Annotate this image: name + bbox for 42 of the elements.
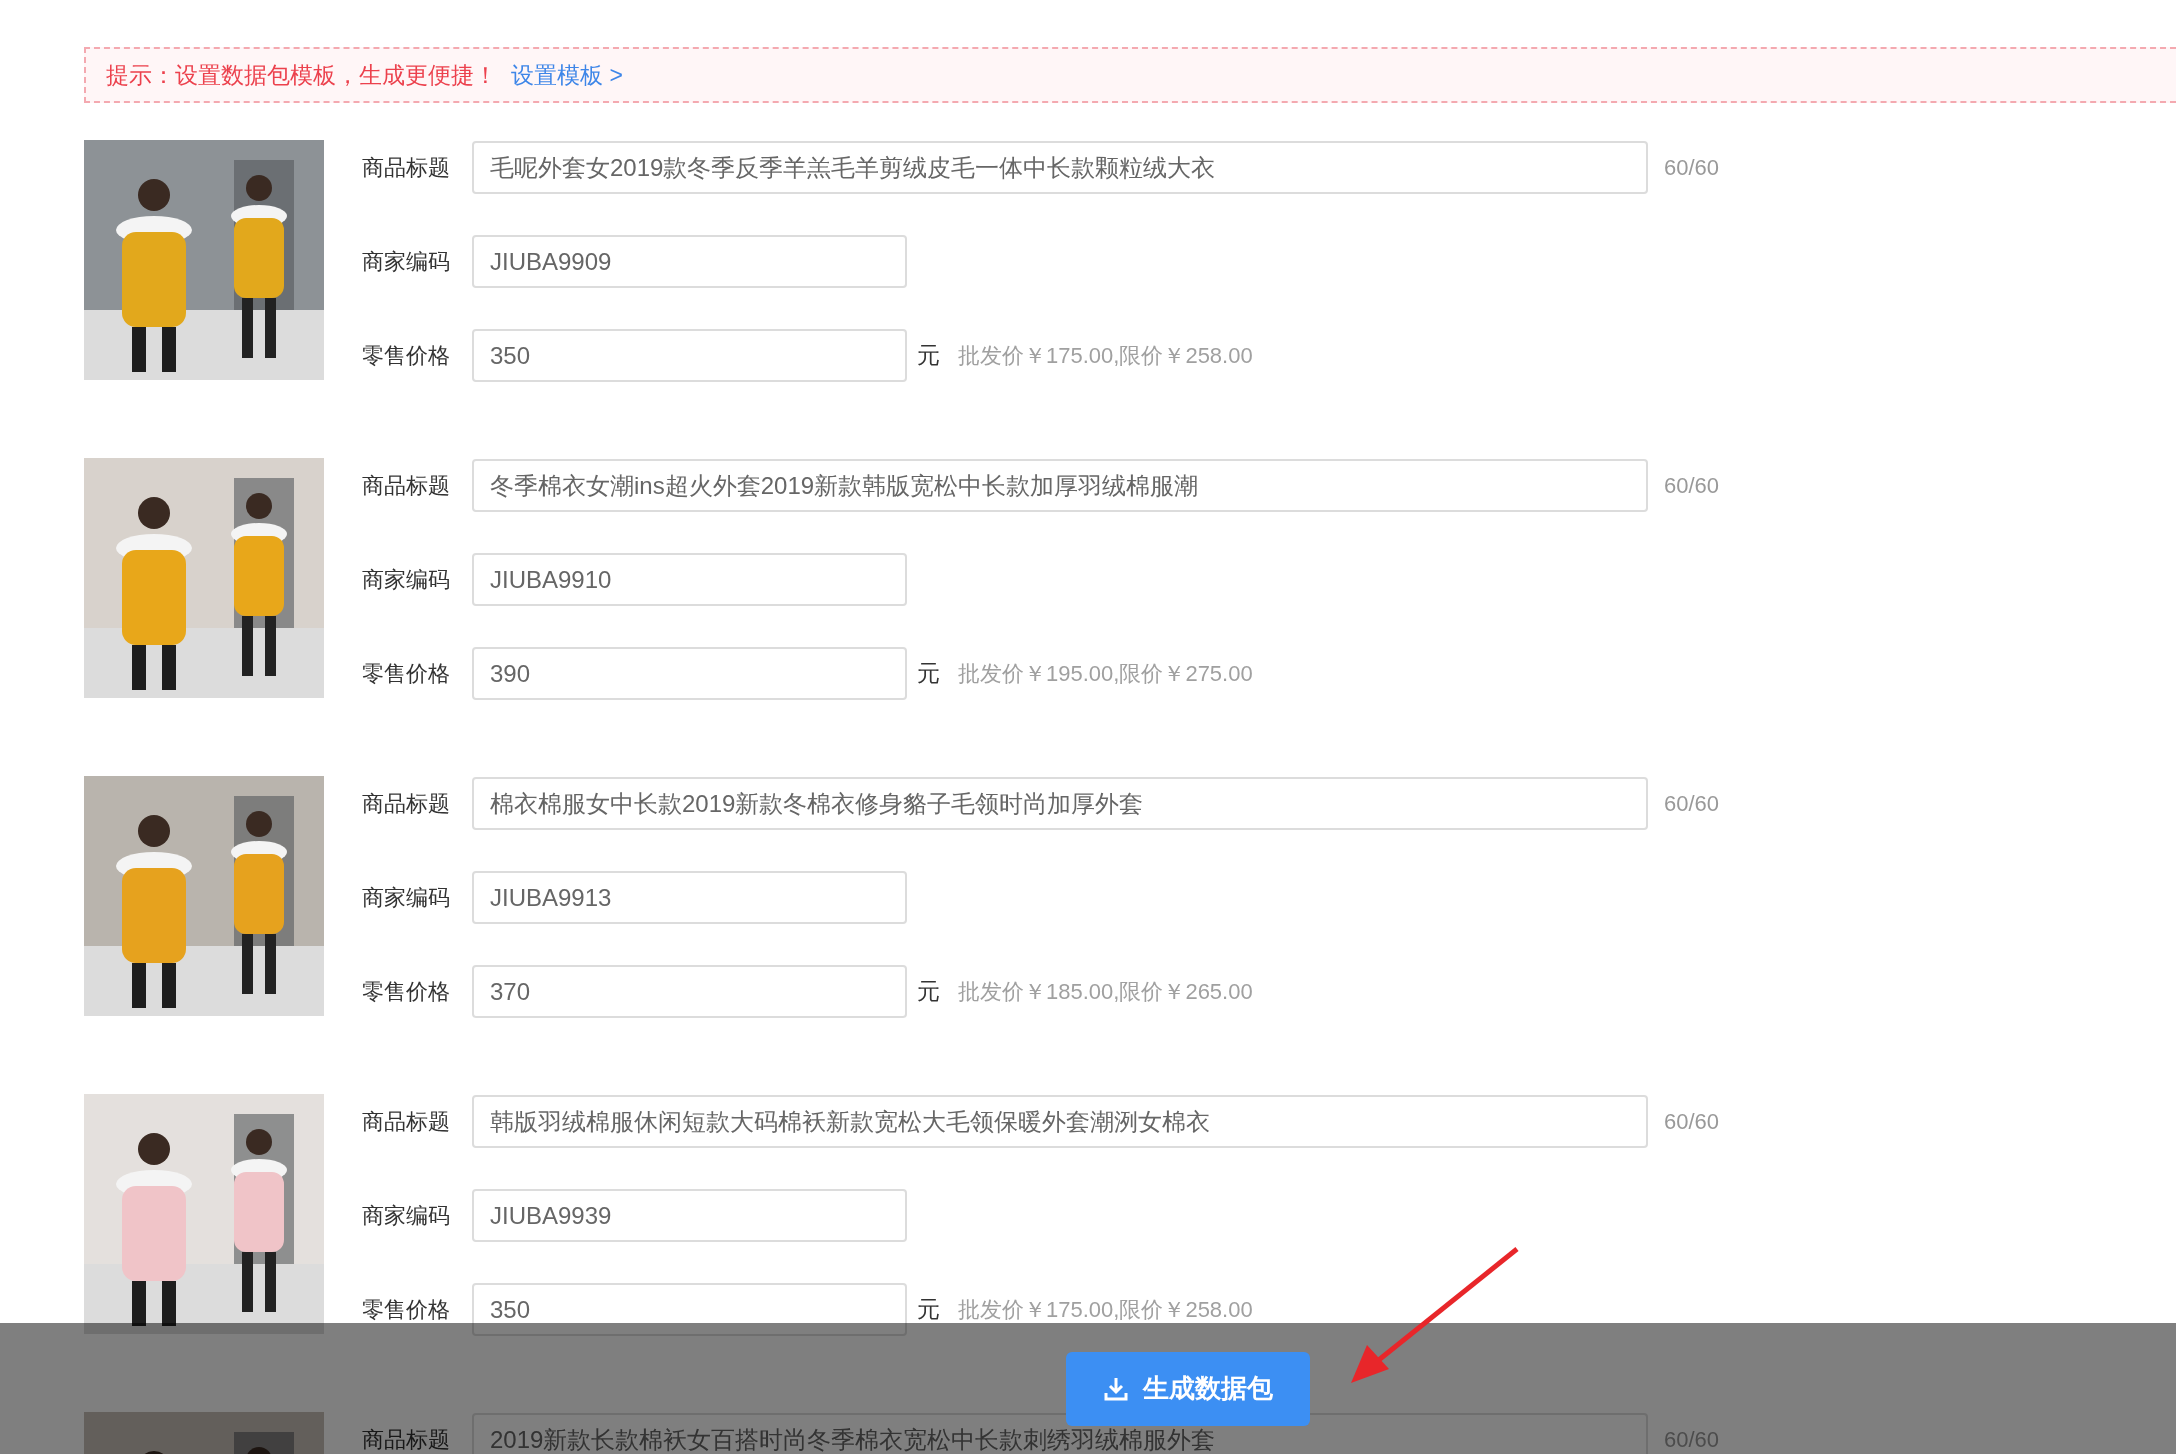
notice-text: 提示：设置数据包模板，生成更便捷！	[106, 60, 497, 90]
field-label: 商品标题	[362, 1425, 451, 1454]
field-label: 零售价格	[362, 1295, 451, 1324]
char-count: 60/60	[1664, 154, 1720, 181]
title-field[interactable]: 2019新款长款棉袄女百搭时尚冬季棉衣宽松中长款刺绣羽绒棉服外套	[472, 1413, 1648, 1454]
download-icon	[1103, 1375, 1129, 1402]
field-label: 商家编码	[362, 1201, 451, 1230]
code-field[interactable]: JIUBA9910	[472, 553, 907, 606]
title-field[interactable]: 棉衣棉服女中长款2019新款冬棉衣修身貉子毛领时尚加厚外套	[472, 777, 1648, 830]
title-field[interactable]: 毛呢外套女2019款冬季反季羊羔毛羊剪绒皮毛一体中长款颗粒绒大衣	[472, 141, 1648, 194]
title-field[interactable]: 韩版羽绒棉服休闲短款大码棉袄新款宽松大毛领保暖外套潮洌女棉衣	[472, 1095, 1648, 1148]
char-count: 60/60	[1664, 472, 1720, 499]
code-field[interactable]: JIUBA9939	[472, 1189, 907, 1242]
field-label: 零售价格	[362, 341, 451, 370]
field-label: 商品标题	[362, 471, 451, 500]
price-field[interactable]: 350	[472, 1283, 907, 1336]
generate-button[interactable]: 生成数据包	[1066, 1351, 1310, 1426]
char-count: 60/60	[1664, 1108, 1720, 1135]
char-count: 60/60	[1664, 790, 1720, 817]
code-field[interactable]: JIUBA9913	[472, 871, 907, 924]
code-field[interactable]: JIUBA9909	[472, 235, 907, 288]
template-link[interactable]: 设置模板 >	[511, 59, 623, 91]
field-label: 商家编码	[362, 565, 451, 594]
field-label: 零售价格	[362, 659, 451, 688]
unit-label: 元	[917, 1295, 940, 1324]
price-note: 批发价￥175.00,限价￥258.00	[958, 341, 1253, 370]
price-note: 批发价￥175.00,限价￥258.00	[958, 1295, 1253, 1324]
field-label: 零售价格	[362, 977, 451, 1006]
unit-label: 元	[917, 977, 940, 1006]
unit-label: 元	[917, 659, 940, 688]
field-label: 商品标题	[362, 789, 451, 818]
title-field[interactable]: 冬季棉衣女潮ins超火外套2019新款韩版宽松中长款加厚羽绒棉服潮	[472, 459, 1648, 512]
field-label: 商品标题	[362, 153, 451, 182]
price-field[interactable]: 350	[472, 329, 907, 382]
field-label: 商家编码	[362, 247, 451, 276]
price-note: 批发价￥185.00,限价￥265.00	[958, 977, 1253, 1006]
price-field[interactable]: 370	[472, 965, 907, 1018]
unit-label: 元	[917, 341, 940, 370]
price-note: 批发价￥195.00,限价￥275.00	[958, 659, 1253, 688]
field-label: 商品标题	[362, 1107, 451, 1136]
price-field[interactable]: 390	[472, 647, 907, 700]
field-label: 商家编码	[362, 883, 451, 912]
